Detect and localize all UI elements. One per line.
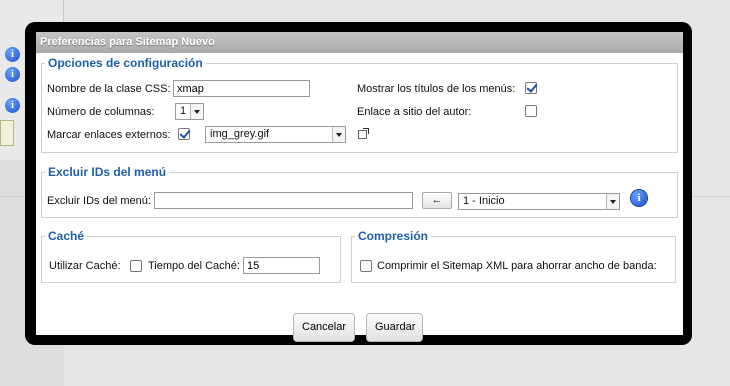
cache-fieldset: Caché [41, 229, 341, 283]
external-image-select[interactable]: img_grey.gif [205, 126, 346, 143]
modal-frame: Preferencias para Sitemap Nuevo Opciones… [25, 22, 692, 345]
info-icon: i [5, 98, 20, 113]
exclude-ids-input[interactable] [154, 192, 413, 209]
use-cache-label: Utilizar Caché: [49, 260, 121, 272]
compression-label: Comprimir el Sitemap XML para ahorrar an… [377, 260, 657, 272]
dialog-title: Preferencias para Sitemap Nuevo [36, 32, 683, 53]
author-link-label: Enlace a sitio del autor: [357, 106, 472, 118]
compression-legend: Compresión [358, 229, 429, 243]
preferences-dialog: Preferencias para Sitemap Nuevo Opciones… [36, 32, 683, 342]
show-titles-checkbox[interactable] [525, 82, 537, 94]
info-icon[interactable]: i [631, 190, 647, 206]
css-class-label: Nombre de la clase CSS: [47, 83, 171, 95]
cache-legend: Caché [48, 229, 85, 243]
cache-time-input[interactable] [243, 257, 320, 274]
menu-item-value: 1 - Inicio [463, 195, 505, 207]
exclude-legend: Excluir IDs del menú [48, 165, 167, 179]
use-cache-checkbox[interactable] [130, 260, 142, 272]
external-image-value: img_grey.gif [210, 128, 270, 140]
cancel-button[interactable]: Cancelar [293, 313, 355, 342]
columns-value: 1 [180, 105, 187, 117]
exclude-ids-label: Excluir IDs del menú: [47, 195, 151, 207]
columns-label: Número de columnas: [47, 106, 155, 118]
show-titles-label: Mostrar los títulos de los menús: [357, 83, 516, 95]
external-link-icon [358, 128, 369, 139]
css-class-input[interactable] [173, 80, 310, 97]
compression-fieldset: Compresión [351, 229, 676, 283]
info-icon: i [5, 67, 20, 82]
external-links-label: Marcar enlaces externos: [47, 129, 171, 141]
cache-time-label: Tiempo del Caché: [148, 260, 240, 272]
chevron-down-icon [606, 194, 619, 209]
chevron-down-icon [332, 127, 345, 142]
background-note-box [0, 120, 14, 146]
save-button[interactable]: Guardar [366, 313, 423, 342]
config-legend: Opciones de configuración [48, 56, 203, 70]
author-link-checkbox[interactable] [525, 105, 537, 117]
compression-checkbox[interactable] [360, 260, 372, 272]
menu-item-select[interactable]: 1 - Inicio [458, 193, 620, 210]
external-links-checkbox[interactable] [178, 128, 190, 140]
chevron-down-icon [190, 104, 203, 119]
add-exclude-button[interactable]: ← [422, 192, 452, 209]
columns-select[interactable]: 1 [175, 103, 204, 120]
info-icon: i [5, 47, 20, 62]
